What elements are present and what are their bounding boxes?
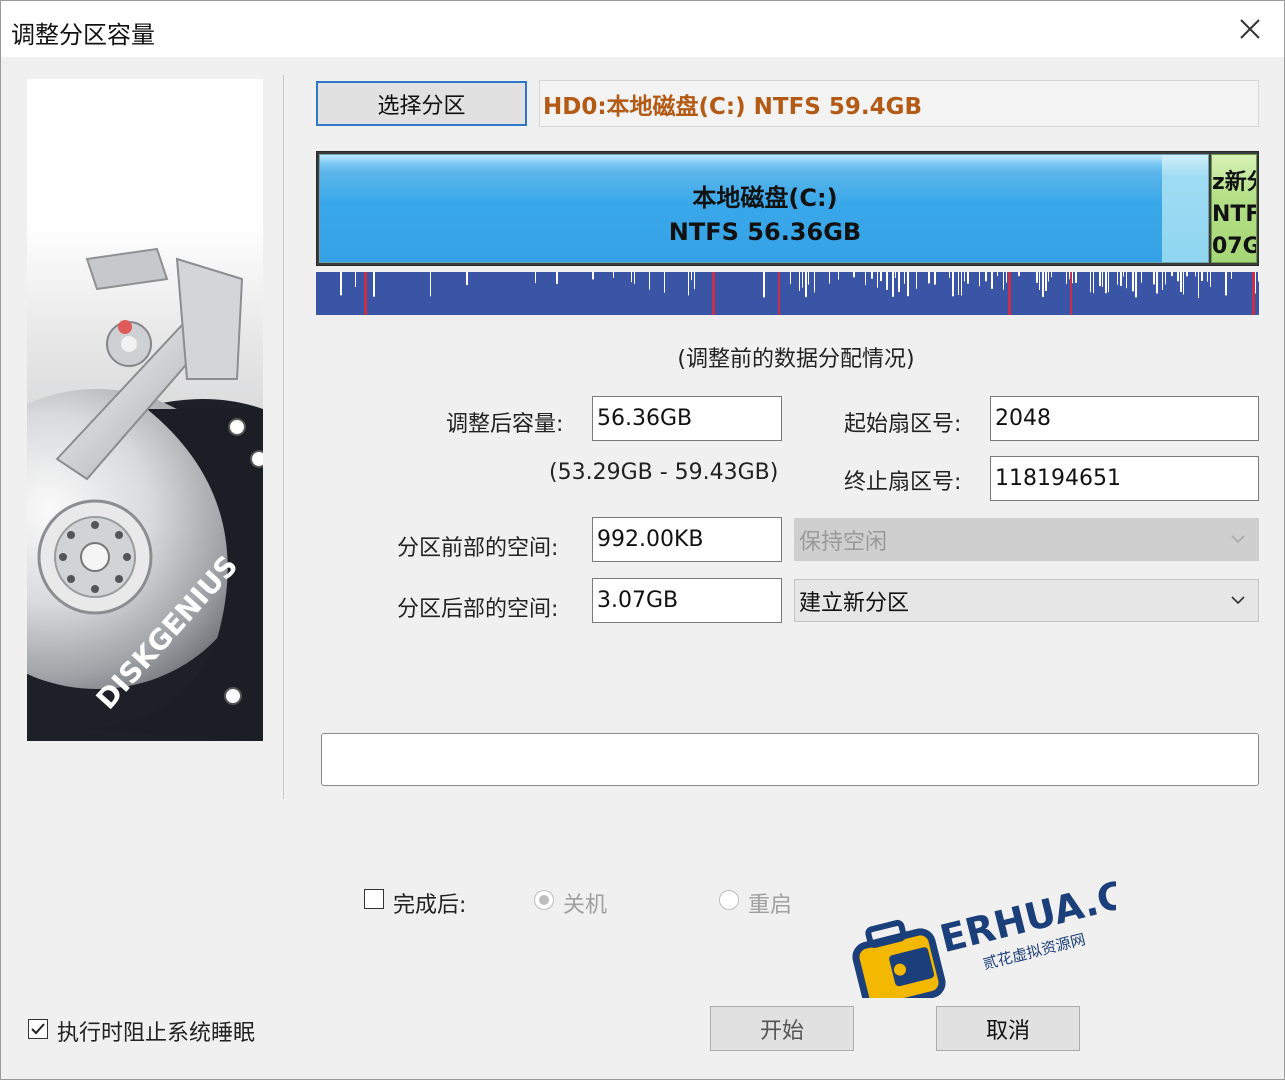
- cancel-button[interactable]: 取消: [936, 1006, 1080, 1051]
- after-space-label: 分区后部的空间:: [397, 597, 559, 622]
- start-sector-label: 起始扇区号:: [844, 412, 962, 437]
- prevent-sleep-label: 执行时阻止系统睡眠: [57, 1021, 256, 1046]
- checkmark-icon: [31, 1023, 45, 1035]
- completion-label: 完成后:: [393, 893, 467, 918]
- partition-map[interactable]: 本地磁盘(C:) NTFS 56.36GB z新分 NTFS 07G: [316, 151, 1259, 266]
- new-partition-fs: NTFS: [1212, 202, 1256, 227]
- restart-label: 重启: [748, 893, 793, 918]
- partition-c-size: NTFS 56.36GB: [668, 218, 862, 246]
- size-range-text: (53.29GB - 59.43GB): [549, 460, 779, 485]
- size-label: 调整后容量:: [446, 412, 564, 437]
- partition-c-name: 本地磁盘(C:): [692, 184, 838, 212]
- after-space-input[interactable]: 3.07GB: [592, 578, 782, 623]
- shutdown-radio[interactable]: [534, 890, 554, 910]
- size-input[interactable]: 56.36GB: [592, 396, 782, 441]
- window-title: 调整分区容量: [11, 21, 155, 49]
- new-partition-info: z新分 NTFS 07G: [1212, 167, 1257, 262]
- new-partition-size: 07G: [1212, 234, 1257, 259]
- restart-radio[interactable]: [719, 890, 739, 910]
- erhua-watermark-logo: ERHUA.CC 贰花虚拟资源网: [852, 873, 1116, 998]
- title-bar: 调整分区容量: [1, 1, 1284, 57]
- allocation-caption: (调整前的数据分配情况): [677, 347, 915, 372]
- before-space-select-value: 保持空闲: [799, 529, 888, 555]
- partition-c-info: 本地磁盘(C:) NTFS 56.36GB: [320, 181, 1210, 249]
- new-partition-segment[interactable]: z新分 NTFS 07G: [1211, 154, 1257, 263]
- start-button[interactable]: 开始: [710, 1006, 854, 1051]
- resize-partition-dialog: 调整分区容量 DISKGENIUS 选择分区 HD0:本地磁盘(C:) NTFS…: [0, 0, 1285, 1080]
- diskgenius-side-image: DISKGENIUS: [27, 79, 263, 741]
- completion-checkbox[interactable]: [364, 889, 384, 909]
- chevron-down-icon: [1231, 596, 1245, 605]
- panel-separator: [283, 75, 284, 799]
- data-allocation-strip: [316, 272, 1259, 315]
- start-sector-input[interactable]: 2048: [990, 396, 1259, 441]
- before-space-input[interactable]: 992.00KB: [592, 517, 782, 562]
- shutdown-label: 关机: [563, 893, 608, 918]
- end-sector-input[interactable]: 118194651: [990, 456, 1259, 501]
- new-partition-name: z新分: [1212, 170, 1256, 195]
- prevent-sleep-checkbox[interactable]: [28, 1019, 48, 1039]
- progress-status-box: [321, 733, 1259, 786]
- close-icon: [1240, 19, 1260, 39]
- after-space-select-value: 建立新分区: [799, 590, 910, 616]
- before-space-label: 分区前部的空间:: [397, 536, 559, 561]
- before-space-select: 保持空闲: [794, 518, 1259, 561]
- end-sector-label: 终止扇区号:: [844, 470, 962, 495]
- close-button[interactable]: [1226, 7, 1274, 51]
- select-partition-button[interactable]: 选择分区: [316, 81, 527, 126]
- after-space-select[interactable]: 建立新分区: [794, 579, 1259, 622]
- partition-c-segment[interactable]: 本地磁盘(C:) NTFS 56.36GB: [319, 154, 1209, 263]
- chevron-down-icon: [1231, 535, 1245, 544]
- selected-partition-label: HD0:本地磁盘(C:) NTFS 59.4GB: [539, 80, 1259, 127]
